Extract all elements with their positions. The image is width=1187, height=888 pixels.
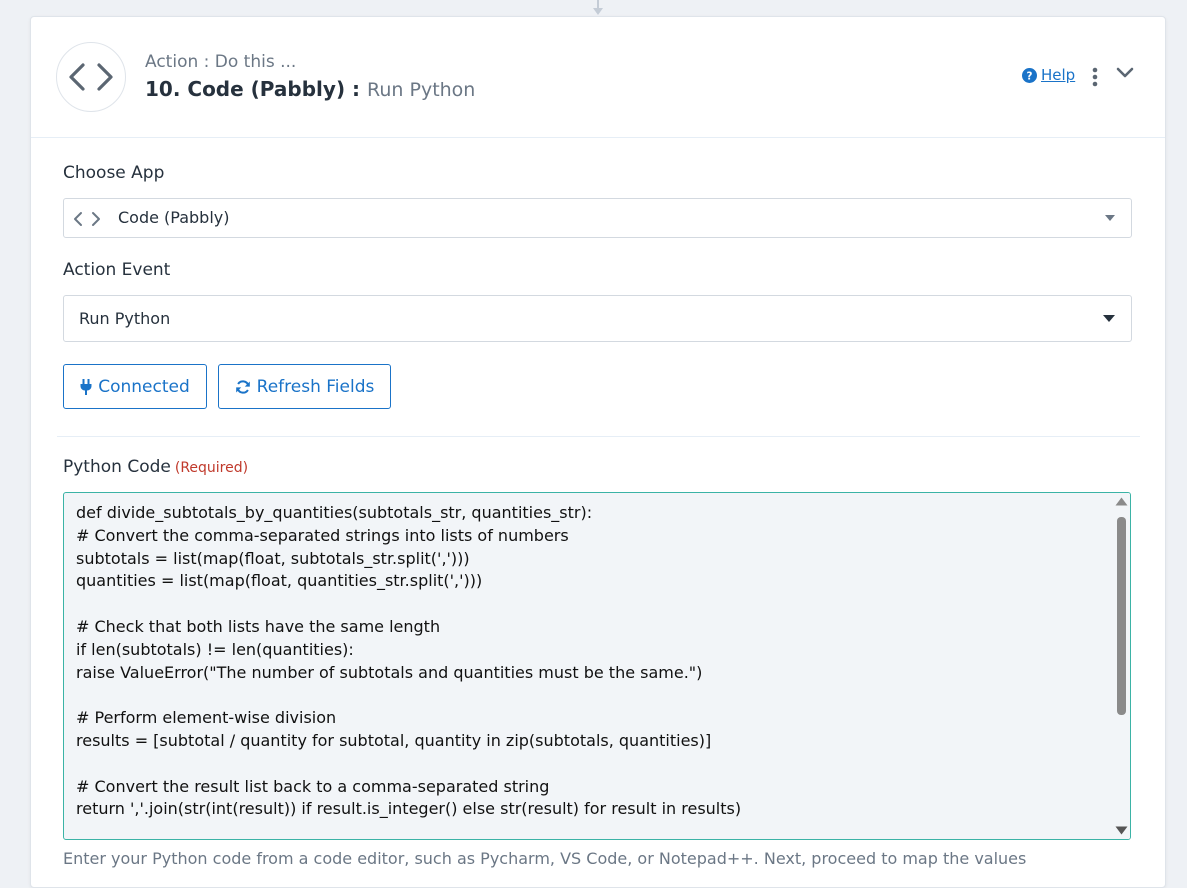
collapse-chevron-icon[interactable]: [1115, 65, 1135, 81]
connector-arrow-icon: [593, 0, 603, 15]
refresh-fields-button[interactable]: Refresh Fields: [218, 364, 391, 409]
choose-app-label: Choose App: [63, 163, 165, 183]
python-code-editor[interactable]: def divide_subtotals_by_quantities(subto…: [63, 492, 1131, 840]
scroll-up-icon[interactable]: [1115, 497, 1128, 506]
scroll-thumb[interactable]: [1117, 517, 1126, 715]
caret-down-icon: [1103, 315, 1115, 322]
action-step-card: Action : Do this ... 10. Code (Pabbly) :…: [30, 16, 1166, 888]
scroll-down-icon[interactable]: [1115, 826, 1128, 835]
svg-text:?: ?: [1027, 70, 1033, 82]
refresh-icon: [235, 379, 250, 394]
step-app-name: 10. Code (Pabbly): [145, 77, 346, 101]
action-event-value: Run Python: [79, 309, 171, 328]
python-code-text[interactable]: def divide_subtotals_by_quantities(subto…: [76, 502, 741, 821]
refresh-fields-label: Refresh Fields: [256, 376, 375, 397]
plug-icon: [80, 378, 92, 395]
action-event-select[interactable]: Run Python: [63, 295, 1132, 342]
code-brackets-icon: [74, 212, 100, 226]
code-scrollbar[interactable]: [1113, 493, 1130, 839]
required-badge: (Required): [174, 460, 249, 476]
code-brackets-icon: [69, 63, 113, 91]
help-link[interactable]: ? Help: [1022, 66, 1075, 84]
help-label: Help: [1041, 66, 1076, 84]
python-code-label: Python Code (Required): [63, 457, 248, 477]
python-code-label-text: Python Code: [63, 457, 171, 477]
question-circle-icon: ?: [1022, 67, 1037, 83]
choose-app-value: Code (Pabbly): [118, 208, 230, 227]
more-options-icon[interactable]: [1089, 67, 1101, 87]
connected-label: Connected: [98, 376, 190, 397]
connected-button[interactable]: Connected: [63, 364, 207, 409]
caret-down-icon: [1105, 215, 1115, 221]
action-label: Action : Do this ...: [145, 52, 297, 72]
python-code-hint: Enter your Python code from a code edito…: [63, 849, 1027, 868]
step-header[interactable]: Action : Do this ... 10. Code (Pabbly) :…: [31, 17, 1165, 138]
section-divider: [57, 436, 1140, 437]
step-title: 10. Code (Pabbly) : Run Python: [145, 77, 475, 101]
code-app-logo: [56, 42, 126, 112]
choose-app-select[interactable]: Code (Pabbly): [63, 198, 1132, 238]
action-event-label: Action Event: [63, 260, 171, 280]
step-event-name: Run Python: [367, 79, 476, 101]
step-title-separator: :: [345, 77, 368, 101]
